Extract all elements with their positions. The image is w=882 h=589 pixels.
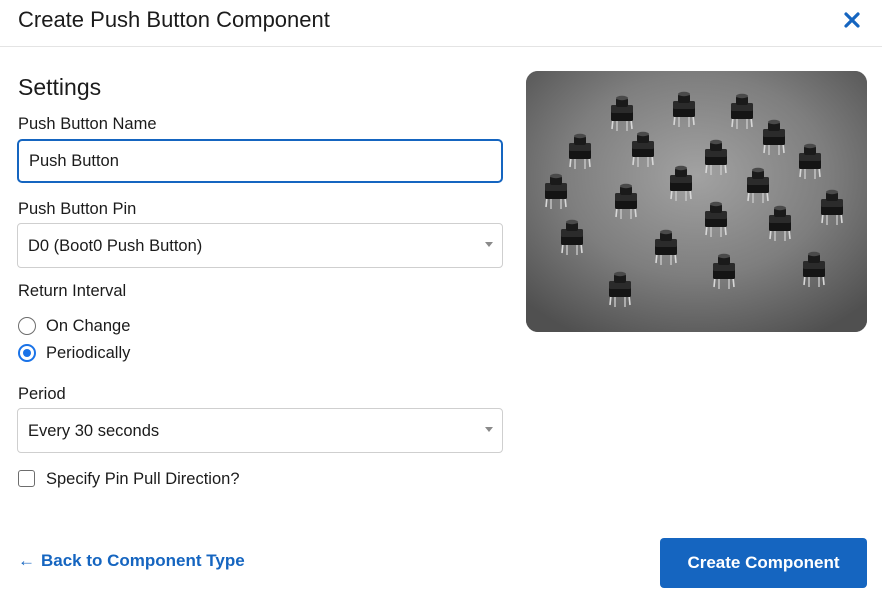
tactile-switches-image — [526, 71, 867, 332]
radio-button[interactable] — [18, 317, 36, 335]
push-button-name-input[interactable] — [17, 139, 503, 183]
push-button-name-label: Push Button Name — [18, 115, 157, 133]
period-label: Period — [18, 385, 66, 403]
pull-direction-checkbox[interactable] — [18, 470, 35, 487]
push-button-pin-select[interactable]: D0 (Boot0 Push Button) — [17, 223, 503, 268]
push-button-pin-label: Push Button Pin — [18, 200, 137, 218]
settings-heading: Settings — [18, 74, 102, 100]
create-component-button[interactable]: Create Component — [660, 538, 867, 588]
push-button-pin-value: D0 (Boot0 Push Button) — [28, 237, 203, 255]
radio-on-change-label: On Change — [46, 317, 131, 335]
back-link-label: Back to Component Type — [41, 551, 245, 570]
chevron-down-icon — [485, 242, 493, 247]
back-to-component-type-link[interactable]: ← Back to Component Type — [18, 551, 245, 571]
create-component-modal: Create Push Button Component Settings Pu… — [0, 0, 882, 589]
arrow-left-icon: ← — [18, 551, 35, 570]
period-select[interactable]: Every 30 seconds — [17, 408, 503, 453]
push-button-photo — [526, 71, 867, 332]
close-icon — [844, 12, 860, 28]
period-value: Every 30 seconds — [28, 422, 160, 440]
modal-header: Create Push Button Component — [0, 0, 882, 47]
chevron-down-icon — [485, 427, 493, 432]
close-button[interactable] — [838, 6, 866, 34]
return-interval-label: Return Interval — [18, 282, 127, 300]
pull-direction-label: Specify Pin Pull Direction? — [46, 470, 240, 488]
modal-title: Create Push Button Component — [18, 7, 330, 32]
radio-button[interactable] — [18, 344, 36, 362]
radio-periodically-label: Periodically — [46, 344, 131, 362]
